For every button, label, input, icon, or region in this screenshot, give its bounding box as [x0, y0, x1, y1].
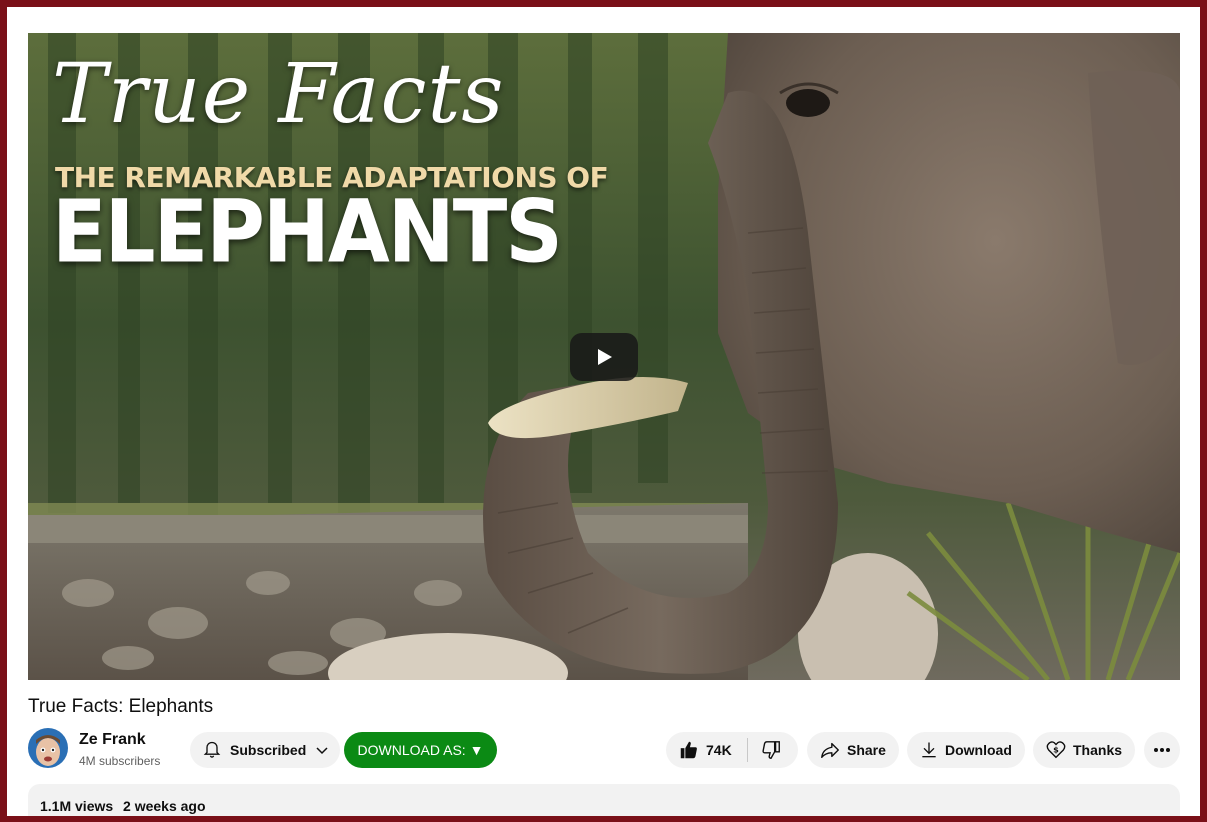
channel-name[interactable]: Ze Frank: [79, 731, 146, 749]
avatar[interactable]: [28, 728, 68, 768]
like-count: 74K: [706, 742, 732, 758]
thanks-icon: $: [1046, 741, 1066, 759]
more-icon: [1154, 748, 1170, 752]
download-label: Download: [945, 742, 1012, 758]
chevron-down-icon: [316, 747, 328, 755]
play-button[interactable]: [570, 333, 638, 381]
download-button[interactable]: Download: [907, 732, 1025, 768]
subscriber-count: 4M subscribers: [79, 754, 161, 768]
subscribed-button[interactable]: Subscribed: [190, 732, 340, 768]
play-icon: [598, 349, 612, 365]
thumbs-up-icon: [680, 741, 697, 759]
video-player[interactable]: True Facts THE REMARKABLE ADAPTATIONS OF…: [28, 33, 1180, 680]
browser-frame: True Facts THE REMARKABLE ADAPTATIONS OF…: [0, 0, 1207, 822]
upload-age: 2 weeks ago: [123, 798, 206, 814]
channel-avatar-image: [28, 728, 68, 768]
thumbnail-script-title: True Facts: [52, 47, 505, 142]
video-meta: 1.1M views 2 weeks ago: [40, 798, 206, 814]
thumbs-down-icon: [762, 741, 780, 759]
like-button[interactable]: 74K: [678, 739, 732, 761]
more-actions-button[interactable]: [1144, 732, 1180, 768]
share-label: Share: [847, 742, 886, 758]
view-count: 1.1M views: [40, 798, 114, 814]
thanks-button[interactable]: $ Thanks: [1033, 732, 1135, 768]
thanks-label: Thanks: [1073, 742, 1123, 758]
like-divider: [746, 738, 748, 762]
svg-text:$: $: [1053, 744, 1059, 754]
share-icon: [821, 742, 839, 759]
video-title: True Facts: Elephants: [28, 696, 214, 717]
share-button[interactable]: Share: [807, 732, 899, 768]
bell-icon: [203, 741, 221, 758]
thumbnail-main-title: ELEPHANTS: [52, 181, 563, 282]
dislike-button[interactable]: [760, 739, 782, 761]
download-as-button[interactable]: DOWNLOAD AS: ▼: [344, 732, 497, 768]
like-dislike-group: 74K: [666, 732, 798, 768]
description-box[interactable]: 1.1M views 2 weeks ago: [28, 784, 1180, 816]
subscribed-label: Subscribed: [230, 742, 307, 758]
download-icon: [922, 742, 936, 758]
